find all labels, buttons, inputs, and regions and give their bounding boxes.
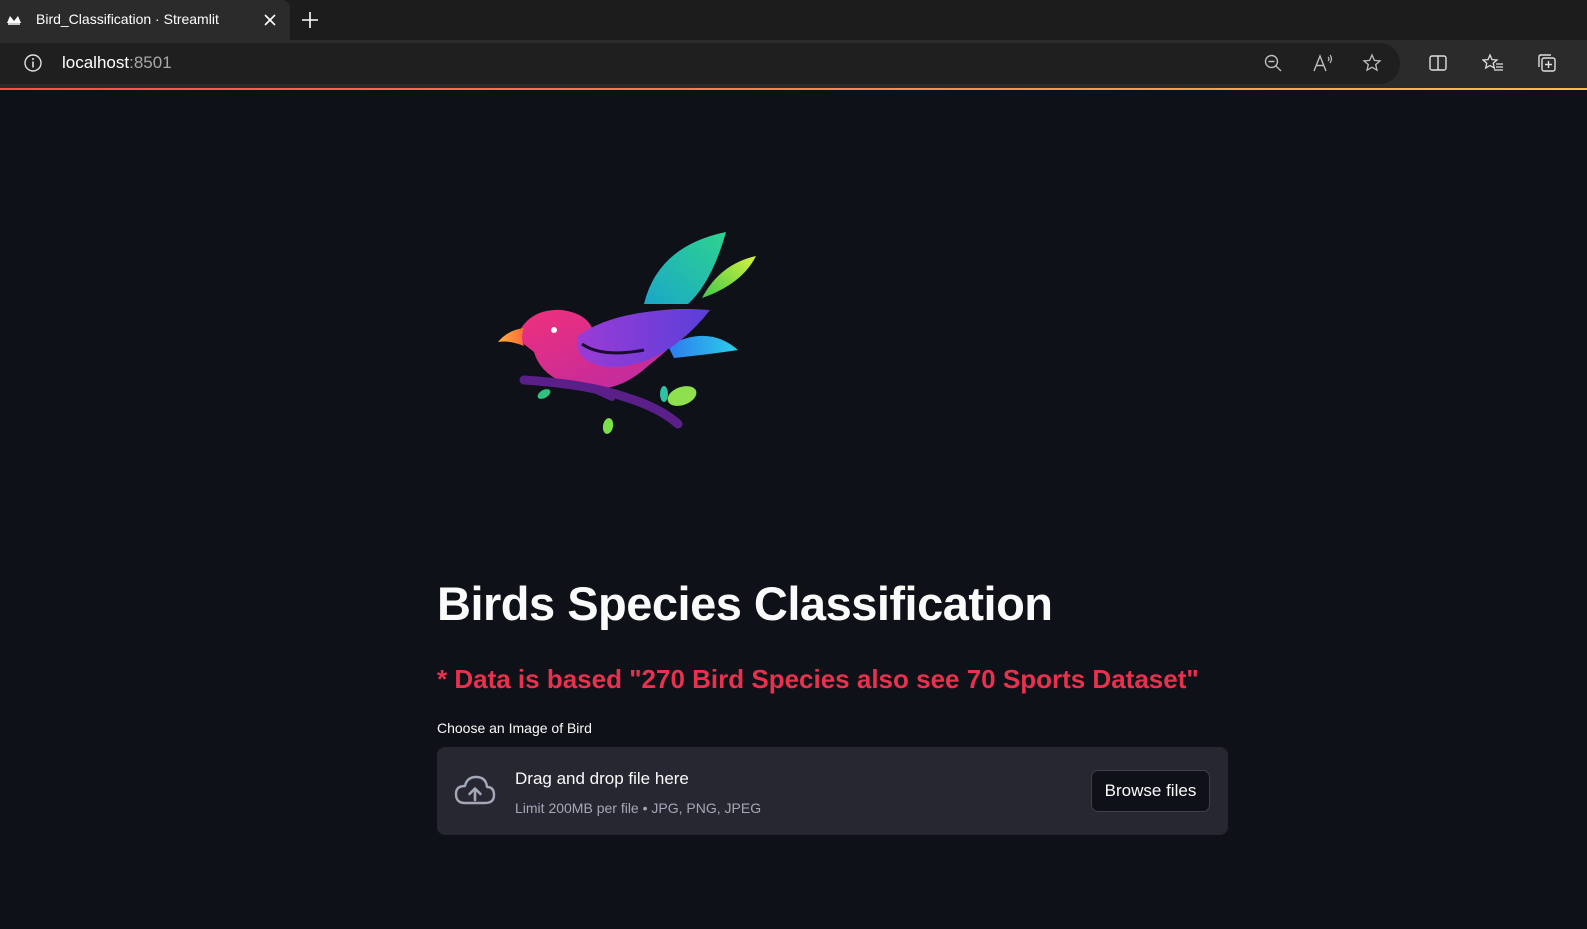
cloud-upload-icon xyxy=(454,774,496,808)
favorites-icon[interactable] xyxy=(1482,52,1504,74)
browser-tab[interactable]: Bird_Classification · Streamlit xyxy=(0,0,290,40)
file-dropzone[interactable]: Drag and drop file here Limit 200MB per … xyxy=(437,747,1228,835)
zoom-out-icon[interactable] xyxy=(1262,52,1284,74)
split-screen-icon[interactable] xyxy=(1427,52,1449,74)
collections-icon[interactable] xyxy=(1536,52,1558,74)
dropzone-instructions: Drag and drop file here xyxy=(515,769,689,788)
url-host: localhost xyxy=(62,53,130,72)
browse-files-button[interactable]: Browse files xyxy=(1091,770,1210,812)
dataset-note: * Data is based "270 Bird Species also s… xyxy=(437,664,1199,694)
url-box[interactable] xyxy=(0,43,1400,84)
close-icon[interactable] xyxy=(261,11,279,29)
streamlit-favicon-icon xyxy=(5,11,23,29)
dropzone-limit: Limit 200MB per file • JPG, PNG, JPEG xyxy=(515,800,762,816)
bird-logo-image xyxy=(498,226,760,442)
info-icon[interactable] xyxy=(23,53,43,73)
read-aloud-icon[interactable] xyxy=(1312,52,1334,74)
file-uploader-label: Choose an Image of Bird xyxy=(437,720,592,736)
address-bar xyxy=(0,40,1587,88)
star-icon[interactable] xyxy=(1361,52,1383,74)
tab-title: Bird_Classification · Streamlit xyxy=(36,11,219,27)
url-text[interactable]: localhost:8501 xyxy=(62,53,172,73)
url-port: :8501 xyxy=(129,53,172,72)
page-title: Birds Species Classification xyxy=(437,577,1053,630)
browser-tab-bar: Bird_Classification · Streamlit xyxy=(0,0,1587,40)
plus-icon[interactable] xyxy=(299,9,321,31)
top-decoration-bar xyxy=(0,88,1587,90)
